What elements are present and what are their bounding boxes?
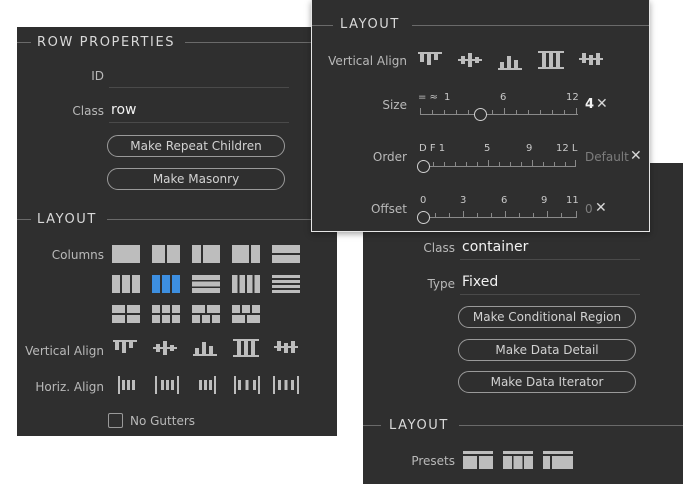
align-baseline-icon[interactable] xyxy=(274,340,298,356)
size-tick-label: 6 xyxy=(500,92,507,103)
size-tick-label: 12 xyxy=(566,92,579,103)
row-properties-title: ROW PROPERTIES xyxy=(37,35,176,50)
order-tick-label: D F 1 xyxy=(419,143,446,154)
column-preset-8-icon[interactable] xyxy=(192,275,220,293)
preset-2-icon[interactable] xyxy=(503,451,533,469)
column-preset-13-icon[interactable] xyxy=(192,305,220,323)
offset-clear-icon[interactable]: ✕ xyxy=(595,200,607,216)
size-clear-icon[interactable]: ✕ xyxy=(596,96,608,112)
column-preset-10-icon[interactable] xyxy=(272,275,300,293)
vertical-align-label: Vertical Align xyxy=(25,344,104,358)
preset-1-icon[interactable] xyxy=(463,451,493,469)
justify-around-icon[interactable] xyxy=(273,376,299,394)
no-gutters-label: No Gutters xyxy=(130,414,196,428)
container-class-underline xyxy=(460,259,640,260)
type-field-underline xyxy=(460,294,640,295)
divider xyxy=(312,25,333,26)
column-preset-12-icon[interactable] xyxy=(152,305,180,323)
offset-label: Offset xyxy=(370,202,407,216)
offset-tick-label: 11 xyxy=(566,195,579,206)
presets-label: Presets xyxy=(411,454,455,468)
size-slider-thumb[interactable] xyxy=(474,108,487,121)
justify-center-icon[interactable] xyxy=(155,376,179,394)
id-field-underline xyxy=(109,87,289,88)
justify-end-icon[interactable] xyxy=(198,376,216,394)
divider xyxy=(17,219,31,220)
offset-tick-label: 3 xyxy=(460,195,467,206)
divider xyxy=(363,425,381,426)
popup-layout-title: LAYOUT xyxy=(340,17,400,32)
offset-tick-label: 6 xyxy=(501,195,508,206)
horiz-align-label: Horiz. Align xyxy=(35,380,104,394)
popup-align-top-icon[interactable] xyxy=(418,52,442,68)
order-tick-label: 12 L xyxy=(556,143,578,154)
no-gutters-checkbox[interactable] xyxy=(108,413,123,428)
popup-align-center-icon[interactable] xyxy=(458,52,482,68)
order-slider-ticks xyxy=(422,160,580,168)
offset-value: 0 xyxy=(585,202,593,216)
column-preset-2-icon[interactable] xyxy=(152,245,180,263)
make-conditional-region-button[interactable]: Make Conditional Region xyxy=(458,306,636,328)
row-properties-panel: ROW PROPERTIES ID Class row Make Repeat … xyxy=(17,27,337,436)
column-preset-11-icon[interactable] xyxy=(112,305,140,323)
divider xyxy=(17,42,31,43)
size-slider-ticks xyxy=(420,108,580,116)
size-value: 4 xyxy=(585,97,595,112)
class-field-underline xyxy=(109,122,289,123)
offset-slider-ticks xyxy=(422,211,580,219)
popup-align-stretch-icon[interactable] xyxy=(538,51,564,69)
container-class-field[interactable]: container xyxy=(462,239,528,255)
id-label: ID xyxy=(91,69,104,83)
size-label: Size xyxy=(382,98,407,112)
id-field[interactable] xyxy=(111,67,289,85)
align-top-icon[interactable] xyxy=(113,340,137,356)
column-preset-4-icon[interactable] xyxy=(232,245,260,263)
class-field[interactable]: row xyxy=(111,102,136,118)
type-field[interactable]: Fixed xyxy=(462,274,498,290)
order-tick-label: 9 xyxy=(526,143,533,154)
divider xyxy=(107,219,337,220)
container-class-label: Class xyxy=(423,241,455,255)
column-preset-6-icon[interactable] xyxy=(112,275,140,293)
preset-3-icon[interactable] xyxy=(543,451,573,469)
make-data-detail-button[interactable]: Make Data Detail xyxy=(458,339,636,361)
class-label: Class xyxy=(72,104,104,118)
column-preset-14-icon[interactable] xyxy=(232,305,260,323)
container-layout-title: LAYOUT xyxy=(389,418,449,433)
offset-tick-label: 9 xyxy=(541,195,548,206)
order-label: Order xyxy=(372,150,407,164)
column-preset-5-icon[interactable] xyxy=(272,245,300,263)
column-preset-3-icon[interactable] xyxy=(192,245,220,263)
order-value: Default xyxy=(585,150,629,164)
justify-start-icon[interactable] xyxy=(118,376,136,394)
align-stretch-icon[interactable] xyxy=(233,339,259,357)
align-center-icon[interactable] xyxy=(153,340,177,356)
make-data-iterator-button[interactable]: Make Data Iterator xyxy=(458,371,636,393)
align-bottom-icon[interactable] xyxy=(193,340,217,356)
column-preset-9-icon[interactable] xyxy=(232,275,260,293)
offset-tick-label: 0 xyxy=(420,195,427,206)
type-label: Type xyxy=(427,277,455,291)
column-preset-1-icon[interactable] xyxy=(112,245,140,263)
make-repeat-children-button[interactable]: Make Repeat Children xyxy=(107,135,285,157)
order-clear-icon[interactable]: ✕ xyxy=(630,148,642,164)
size-tick-label: = ≈ xyxy=(418,92,438,103)
order-slider-thumb[interactable] xyxy=(417,160,430,173)
popup-align-baseline-icon[interactable] xyxy=(579,52,603,68)
column-preset-7-icon[interactable] xyxy=(152,275,180,293)
offset-slider-thumb[interactable] xyxy=(417,211,430,224)
layout-title: LAYOUT xyxy=(37,212,97,227)
columns-label: Columns xyxy=(51,248,104,262)
popup-vertical-align-label: Vertical Align xyxy=(328,54,407,68)
popup-align-bottom-icon[interactable] xyxy=(498,54,522,70)
size-tick-label: 1 xyxy=(444,92,451,103)
order-tick-label: 5 xyxy=(484,143,491,154)
justify-between-icon[interactable] xyxy=(234,376,260,394)
divider xyxy=(412,25,649,26)
layout-popup: LAYOUT Vertical Align Size = ≈ 1 6 12 4 … xyxy=(311,0,650,232)
divider xyxy=(459,425,683,426)
make-masonry-button[interactable]: Make Masonry xyxy=(107,168,285,190)
